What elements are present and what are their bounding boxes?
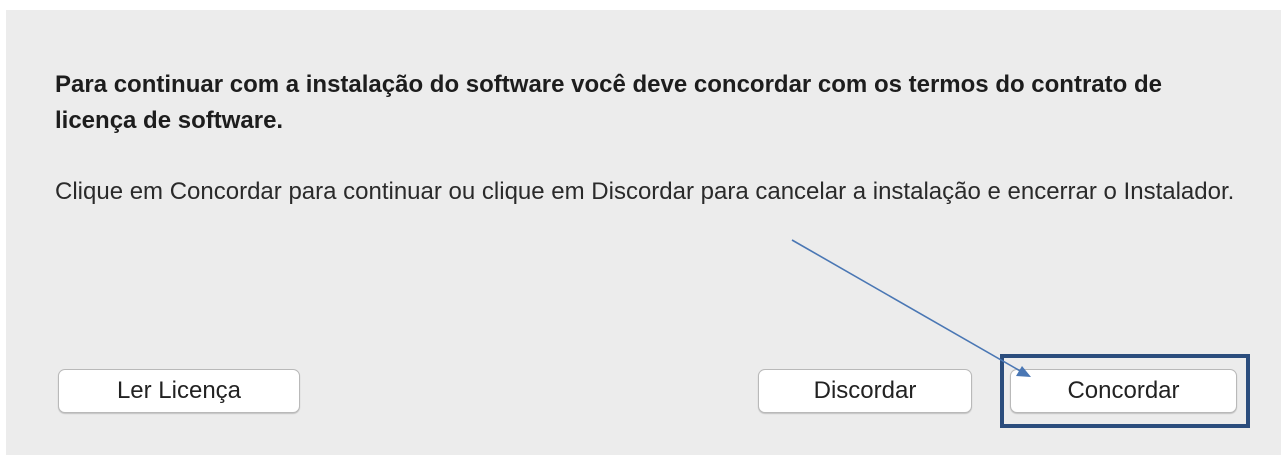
read-license-button[interactable]: Ler Licença	[58, 369, 300, 413]
disagree-button[interactable]: Discordar	[758, 369, 972, 413]
agree-button[interactable]: Concordar	[1010, 369, 1237, 413]
page: Para continuar com a instalação do softw…	[0, 0, 1287, 455]
dialog-heading: Para continuar com a instalação do softw…	[55, 71, 1162, 134]
dialog-body-text: Clique em Concordar para continuar ou cl…	[55, 178, 1235, 205]
